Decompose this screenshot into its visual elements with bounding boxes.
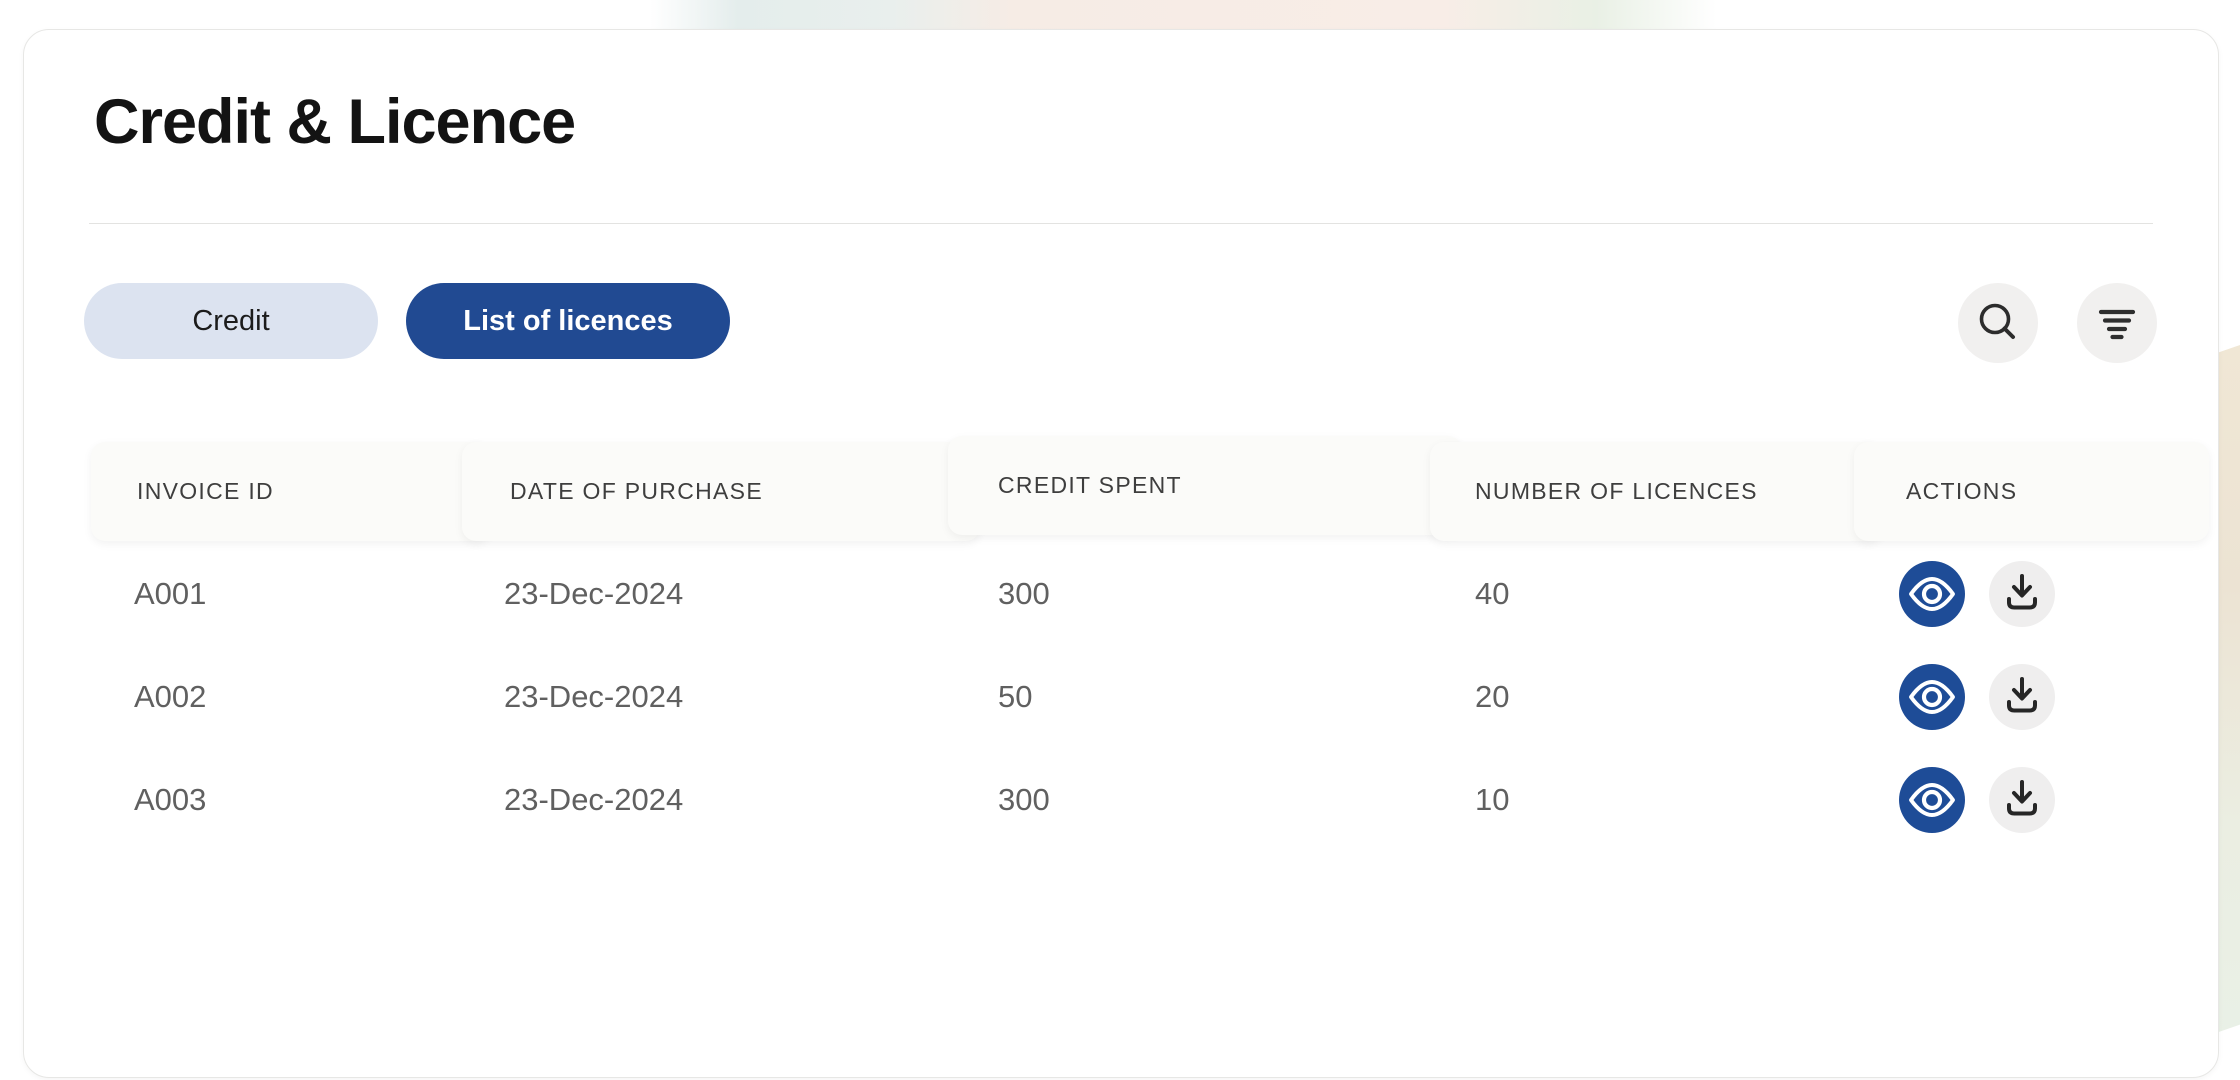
view-button[interactable] <box>1899 767 1965 833</box>
cell-date-of-purchase: 23-Dec-2024 <box>504 760 683 840</box>
cell-date-of-purchase: 23-Dec-2024 <box>504 657 683 737</box>
table-row: A002 23-Dec-2024 50 20 <box>24 657 2218 737</box>
view-button[interactable] <box>1899 561 1965 627</box>
eye-icon <box>1899 767 1965 833</box>
search-icon <box>1958 283 2038 363</box>
filter-icon <box>2077 283 2157 363</box>
cell-credit-spent: 300 <box>998 554 1050 634</box>
cell-number-of-licences: 10 <box>1475 760 1509 840</box>
cell-invoice-id: A002 <box>134 657 206 737</box>
column-header-date-of-purchase: DATE OF PURCHASE <box>462 442 980 541</box>
cell-credit-spent: 50 <box>998 657 1032 737</box>
table-row: A003 23-Dec-2024 300 10 <box>24 760 2218 840</box>
cell-number-of-licences: 20 <box>1475 657 1509 737</box>
cell-number-of-licences: 40 <box>1475 554 1509 634</box>
column-header-invoice-id: INVOICE ID <box>91 442 490 541</box>
eye-icon <box>1899 664 1965 730</box>
tab-list-of-licences[interactable]: List of licences <box>406 283 730 359</box>
column-header-actions: ACTIONS <box>1854 442 2209 541</box>
download-icon <box>1989 767 2055 833</box>
download-icon <box>1989 664 2055 730</box>
download-icon <box>1989 561 2055 627</box>
tab-credit[interactable]: Credit <box>84 283 378 359</box>
credit-licence-card: Credit & Licence Credit List of licences… <box>23 29 2219 1078</box>
cell-date-of-purchase: 23-Dec-2024 <box>504 554 683 634</box>
cell-credit-spent: 300 <box>998 760 1050 840</box>
download-button[interactable] <box>1989 561 2055 627</box>
divider <box>89 223 2153 224</box>
cell-invoice-id: A001 <box>134 554 206 634</box>
page-title: Credit & Licence <box>94 86 575 158</box>
search-button[interactable] <box>1958 283 2038 363</box>
column-header-number-of-licences: NUMBER OF LICENCES <box>1430 442 1882 541</box>
cell-invoice-id: A003 <box>134 760 206 840</box>
column-header-credit-spent: CREDIT SPENT <box>948 436 1462 535</box>
filter-button[interactable] <box>2077 283 2157 363</box>
download-button[interactable] <box>1989 767 2055 833</box>
table-row: A001 23-Dec-2024 300 40 <box>24 554 2218 634</box>
bg-decoration-top <box>650 0 1750 30</box>
download-button[interactable] <box>1989 664 2055 730</box>
eye-icon <box>1899 561 1965 627</box>
view-button[interactable] <box>1899 664 1965 730</box>
